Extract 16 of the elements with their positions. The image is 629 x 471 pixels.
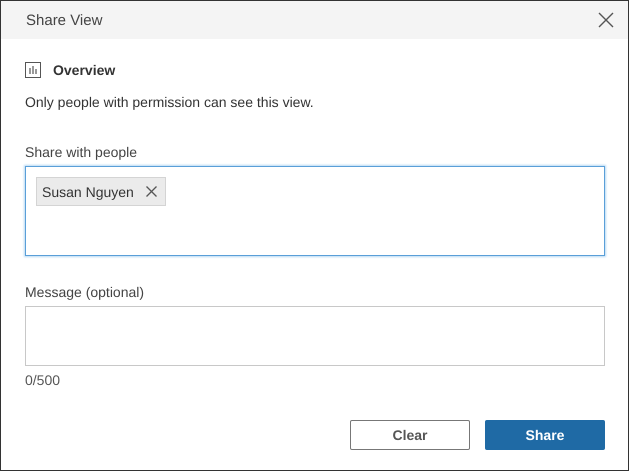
close-button[interactable] <box>596 10 616 30</box>
clear-button[interactable]: Clear <box>350 420 470 450</box>
message-label: Message (optional) <box>25 284 146 300</box>
bar-chart-icon <box>25 62 41 78</box>
share-with-field[interactable]: Susan Nguyen <box>25 166 605 256</box>
permission-notice: Only people with permission can see this view. <box>25 94 315 110</box>
recipient-name: Susan Nguyen <box>42 184 134 200</box>
dialog-title: Share View <box>26 12 102 28</box>
message-field[interactable] <box>25 306 605 366</box>
close-icon <box>598 12 614 28</box>
share-button[interactable]: Share <box>485 420 605 450</box>
share-label: Share with people <box>25 144 138 160</box>
view-name: Overview <box>53 62 116 78</box>
character-counter: 0/500 <box>25 372 62 388</box>
remove-recipient-button[interactable] <box>146 186 157 197</box>
close-icon <box>146 186 157 197</box>
